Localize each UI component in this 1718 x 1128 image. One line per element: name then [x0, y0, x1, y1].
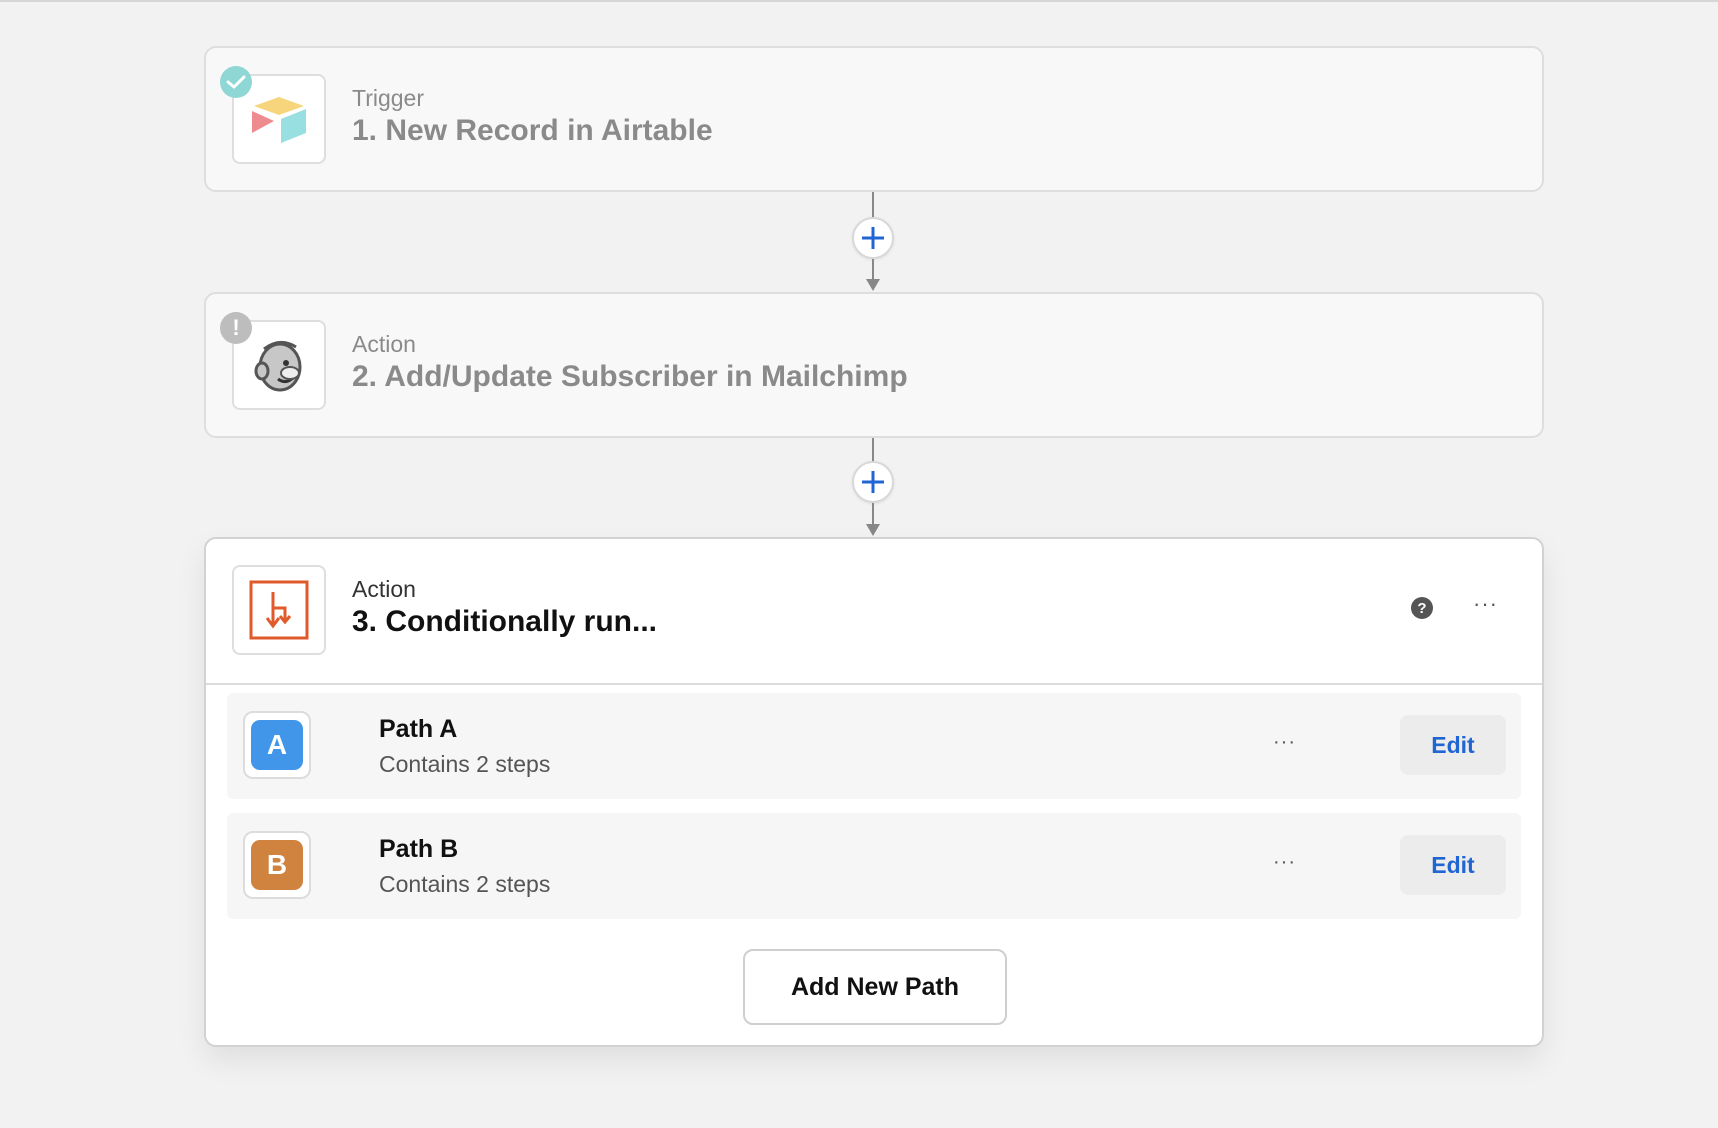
path-step-count: Contains 2 steps — [379, 751, 551, 777]
path-b-badge-box: B — [243, 831, 311, 899]
plus-icon — [862, 227, 884, 249]
step-title[interactable]: 3. Conditionally run... — [352, 605, 657, 639]
path-row-a[interactable]: A Path A Contains 2 steps ··· Edit — [227, 693, 1521, 799]
path-b-badge: B — [251, 840, 303, 890]
divider — [206, 683, 1542, 685]
step-3-paths-card: Action 3. Conditionally run... ? ··· A P… — [204, 537, 1544, 1047]
edit-path-a-button[interactable]: Edit — [1400, 715, 1506, 775]
step-title: 2. Add/Update Subscriber in Mailchimp — [352, 360, 908, 393]
step-2-action-card[interactable]: ! Action 2. Add/Update Subscriber in Mai… — [204, 292, 1544, 438]
add-new-path-button[interactable]: Add New Path — [743, 949, 1007, 1025]
more-options-icon[interactable]: ··· — [1273, 851, 1296, 874]
mailchimp-logo-icon — [254, 341, 302, 392]
more-options-icon[interactable]: ··· — [1273, 731, 1296, 754]
add-step-button[interactable] — [852, 217, 894, 259]
connector-line — [872, 259, 874, 279]
connector-line — [872, 438, 874, 462]
connector-line — [872, 503, 874, 525]
paths-app-box — [232, 565, 326, 655]
path-a-badge-box: A — [243, 711, 311, 779]
step-1-trigger-card[interactable]: Trigger 1. New Record in Airtable — [204, 46, 1544, 192]
path-name: Path B — [379, 835, 459, 863]
warning-icon: ! — [220, 312, 252, 344]
path-name: Path A — [379, 715, 458, 743]
zap-editor-canvas: Trigger 1. New Record in Airtable ! Acti… — [0, 0, 1718, 1128]
paths-icon — [249, 580, 309, 640]
help-icon[interactable]: ? — [1411, 597, 1434, 619]
arrow-down-icon — [866, 524, 880, 536]
plus-icon — [862, 471, 884, 493]
more-options-icon[interactable]: ··· — [1473, 593, 1498, 617]
step-title: 1. New Record in Airtable — [352, 114, 713, 147]
step-type-label: Trigger — [352, 85, 424, 111]
airtable-logo-icon — [252, 97, 306, 143]
arrow-down-icon — [866, 279, 880, 291]
step-type-label: Action — [352, 576, 416, 602]
path-a-badge: A — [251, 720, 303, 770]
connector-line — [872, 192, 874, 218]
step-type-label: Action — [352, 331, 416, 357]
check-icon — [220, 66, 252, 98]
path-row-b[interactable]: B Path B Contains 2 steps ··· Edit — [227, 813, 1521, 919]
add-step-button[interactable] — [852, 461, 894, 503]
edit-path-b-button[interactable]: Edit — [1400, 835, 1506, 895]
path-step-count: Contains 2 steps — [379, 871, 551, 897]
